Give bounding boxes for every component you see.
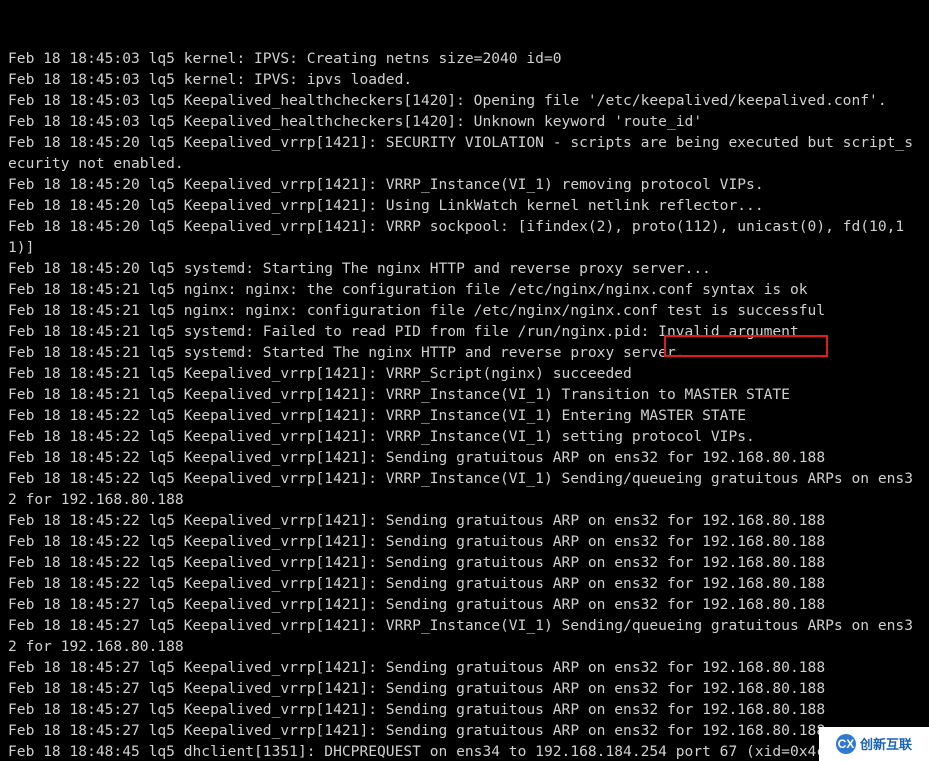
log-line: Feb 18 18:45:27 lq5 Keepalived_vrrp[1421… [8, 615, 921, 657]
log-line: Feb 18 18:45:22 lq5 Keepalived_vrrp[1421… [8, 552, 921, 573]
log-lines-container: Feb 18 18:45:03 lq5 kernel: IPVS: Creati… [8, 48, 921, 761]
log-line: Feb 18 18:45:03 lq5 kernel: IPVS: Creati… [8, 48, 921, 69]
log-line: Feb 18 18:45:22 lq5 Keepalived_vrrp[1421… [8, 531, 921, 552]
log-line: Feb 18 18:45:22 lq5 Keepalived_vrrp[1421… [8, 405, 921, 426]
log-line: Feb 18 18:45:21 lq5 systemd: Failed to r… [8, 321, 921, 342]
log-line: Feb 18 18:45:21 lq5 nginx: nginx: the co… [8, 279, 921, 300]
log-line: Feb 18 18:45:20 lq5 systemd: Starting Th… [8, 258, 921, 279]
log-line: Feb 18 18:45:20 lq5 Keepalived_vrrp[1421… [8, 174, 921, 195]
log-line: Feb 18 18:45:21 lq5 nginx: nginx: config… [8, 300, 921, 321]
log-line: Feb 18 18:45:27 lq5 Keepalived_vrrp[1421… [8, 699, 921, 720]
watermark-text: 创新互联 [860, 734, 912, 755]
log-line: Feb 18 18:45:27 lq5 Keepalived_vrrp[1421… [8, 594, 921, 615]
log-line: Feb 18 18:45:03 lq5 Keepalived_healthche… [8, 111, 921, 132]
log-line: Feb 18 18:45:22 lq5 Keepalived_vrrp[1421… [8, 510, 921, 531]
log-line: Feb 18 18:45:22 lq5 Keepalived_vrrp[1421… [8, 573, 921, 594]
log-line: Feb 18 18:45:21 lq5 Keepalived_vrrp[1421… [8, 363, 921, 384]
log-line: Feb 18 18:45:27 lq5 Keepalived_vrrp[1421… [8, 720, 921, 741]
watermark-icon: CX [836, 734, 856, 754]
log-line: Feb 18 18:45:22 lq5 Keepalived_vrrp[1421… [8, 447, 921, 468]
log-line: Feb 18 18:45:20 lq5 Keepalived_vrrp[1421… [8, 132, 921, 174]
log-line: Feb 18 18:45:20 lq5 Keepalived_vrrp[1421… [8, 216, 921, 258]
watermark-badge: CX 创新互联 [819, 727, 929, 761]
terminal-output[interactable]: Feb 18 18:45:03 lq5 kernel: IPVS: Creati… [0, 0, 929, 761]
log-line: Feb 18 18:45:22 lq5 Keepalived_vrrp[1421… [8, 468, 921, 510]
log-line: Feb 18 18:45:27 lq5 Keepalived_vrrp[1421… [8, 678, 921, 699]
log-line: Feb 18 18:45:27 lq5 Keepalived_vrrp[1421… [8, 657, 921, 678]
log-line: Feb 18 18:45:20 lq5 Keepalived_vrrp[1421… [8, 195, 921, 216]
log-line: Feb 18 18:45:21 lq5 Keepalived_vrrp[1421… [8, 384, 921, 405]
log-line: Feb 18 18:45:03 lq5 Keepalived_healthche… [8, 90, 921, 111]
log-line: Feb 18 18:45:21 lq5 systemd: Started The… [8, 342, 921, 363]
log-line: Feb 18 18:45:03 lq5 kernel: IPVS: ipvs l… [8, 69, 921, 90]
log-line: Feb 18 18:45:22 lq5 Keepalived_vrrp[1421… [8, 426, 921, 447]
log-line: Feb 18 18:48:45 lq5 dhclient[1351]: DHCP… [8, 741, 921, 761]
